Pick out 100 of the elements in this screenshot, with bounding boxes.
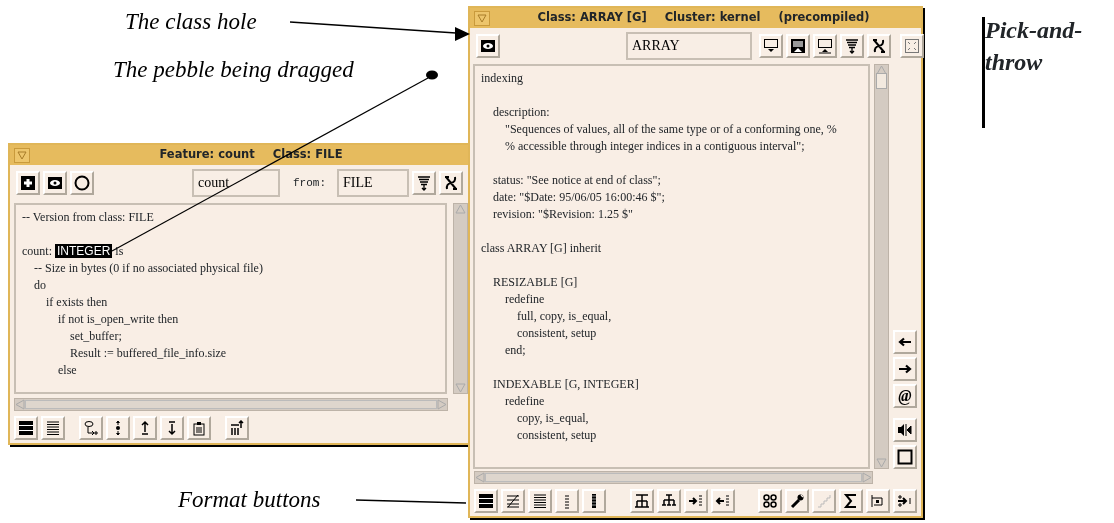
expand-icon <box>904 38 920 54</box>
circle-icon <box>74 175 90 191</box>
toolbar-button[interactable] <box>41 416 65 440</box>
toolbar-button[interactable] <box>893 445 917 469</box>
code-line: redefine <box>505 394 545 408</box>
highlighted-word: INTEGER <box>55 244 113 258</box>
plus-icon <box>20 175 36 191</box>
clipboard-icon <box>191 420 207 436</box>
code-text: count: <box>22 244 52 258</box>
toolbar-button[interactable] <box>160 416 184 440</box>
arrows-right-icon <box>897 493 913 509</box>
toolbar-button[interactable] <box>439 171 463 195</box>
code-line: description: <box>493 105 550 119</box>
scroll-thumb[interactable] <box>876 73 887 89</box>
square-icon <box>897 449 913 465</box>
vertical-scrollbar[interactable] <box>874 64 889 469</box>
steps-icon <box>816 493 832 509</box>
code-line: full, copy, is_equal, <box>517 309 612 323</box>
lines-icon <box>45 420 61 436</box>
code-line: redefine <box>505 292 545 306</box>
triangle-down-icon <box>477 13 487 23</box>
code-line: do <box>34 278 46 292</box>
tree-icon <box>633 493 650 509</box>
code-line: status: "See notice at end of class"; <box>493 173 661 187</box>
code-line: if not is_open_write then <box>58 312 179 326</box>
toolbar-button[interactable] <box>893 357 917 381</box>
code-line: end; <box>505 343 526 357</box>
toolbar-button[interactable] <box>43 171 67 195</box>
input-field[interactable]: count <box>192 169 280 197</box>
toolbar-button[interactable] <box>70 171 94 195</box>
eye-icon <box>480 38 496 54</box>
bar-chart-icon <box>229 420 245 436</box>
code-line: RESIZABLE [G] <box>493 275 578 289</box>
toolbar-button[interactable] <box>893 330 917 354</box>
pebble-dot <box>426 70 438 80</box>
code-line: "Sequences of values, all of the same type or of a conforming one, % <box>505 122 837 136</box>
toolbar-button[interactable] <box>501 489 525 513</box>
annotation-label: The pebble being dragged <box>113 58 354 81</box>
from-label: from: <box>293 175 326 191</box>
toolbar-button[interactable] <box>79 416 103 440</box>
toolbar-button[interactable] <box>106 416 130 440</box>
toolbar-button[interactable] <box>893 418 917 442</box>
toolbar-button[interactable] <box>839 489 863 513</box>
toolbar-button[interactable] <box>683 489 708 513</box>
tray-up-icon <box>817 38 833 54</box>
toolbar-button[interactable] <box>14 416 38 440</box>
toolbar-button[interactable] <box>710 489 735 513</box>
at-button[interactable]: @ <box>893 384 917 408</box>
tray-down-icon <box>763 38 779 54</box>
toolbar-button[interactable] <box>225 416 249 440</box>
toolbar-button[interactable] <box>474 489 498 513</box>
window-title: Cluster: kernel <box>664 9 761 27</box>
toolbar-button[interactable] <box>476 34 500 58</box>
toolbar-button[interactable] <box>786 34 810 58</box>
window-title: Feature: count <box>159 146 255 164</box>
code-line: -- Size in bytes (0 if no associated physical file) <box>34 261 263 275</box>
speaker-icon <box>897 422 913 438</box>
code-line: Result := buffered_file_info.size <box>70 346 227 360</box>
filter-icon <box>844 38 860 54</box>
toolbar-button[interactable] <box>412 171 436 195</box>
window-title: Class: ARRAY [G] <box>537 9 647 27</box>
code-line: date: "$Date: 95/06/05 16:00:46 $"; <box>493 190 665 204</box>
code-line: copy, is_equal, <box>517 411 589 425</box>
toolbar-button[interactable] <box>813 34 837 58</box>
sigma-icon <box>843 493 859 509</box>
toolbar-button[interactable] <box>133 416 157 440</box>
toolbar-button[interactable] <box>867 34 891 58</box>
toolbar-button[interactable] <box>16 171 40 195</box>
code-line: indexing <box>481 71 523 85</box>
toolbar-button[interactable] <box>866 489 890 513</box>
code-line: else <box>58 363 77 377</box>
arrow-list-icon <box>687 493 704 509</box>
toolbar-button[interactable] <box>187 416 211 440</box>
annotation-label: Format buttons <box>178 488 321 511</box>
circles-icon <box>762 493 778 509</box>
code-line: set_buffer; <box>70 329 122 343</box>
window-title: (precompiled) <box>778 9 870 27</box>
toolbar-button[interactable] <box>629 489 654 513</box>
toolbar-button[interactable] <box>840 34 864 58</box>
toolbar-button[interactable] <box>656 489 681 513</box>
toolbar-button[interactable] <box>758 489 782 513</box>
code-line: revision: "$Revision: 1.25 $" <box>493 207 633 221</box>
thick-lines-icon <box>18 420 34 436</box>
toolbar-button[interactable] <box>759 34 783 58</box>
code-line: -- Version from class: FILE <box>22 210 154 224</box>
eye-icon <box>47 175 63 191</box>
code-line: INDEXABLE [G, INTEGER] <box>493 377 639 391</box>
toolbar-button[interactable] <box>528 489 552 513</box>
toolbar-button[interactable] <box>785 489 809 513</box>
code-line: consistent, setup <box>517 428 597 442</box>
code-line: if exists then <box>46 295 108 309</box>
toolbar-button[interactable] <box>582 489 606 513</box>
input-field[interactable]: FILE <box>337 169 409 197</box>
flow-plus-icon <box>83 420 99 436</box>
code-line: class ARRAY [G] inherit <box>481 241 602 255</box>
aleph-icon <box>443 175 459 191</box>
input-field[interactable]: ARRAY <box>626 32 752 60</box>
toolbar-button[interactable] <box>893 489 917 513</box>
annotation-label: The class hole <box>125 10 257 33</box>
slanted-lines-icon <box>505 493 521 509</box>
